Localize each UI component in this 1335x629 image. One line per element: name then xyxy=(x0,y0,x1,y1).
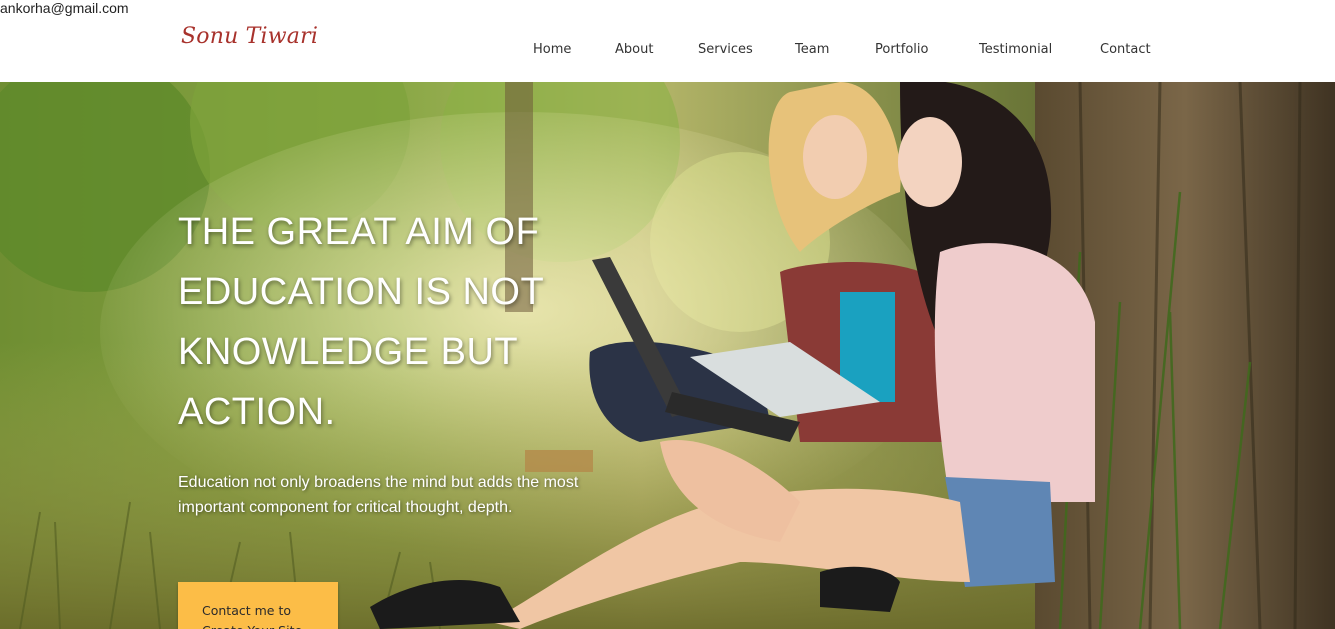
nav-portfolio[interactable]: Portfolio xyxy=(875,42,928,57)
hero-section: THE GREAT AIM OF EDUCATION IS NOT KNOWLE… xyxy=(0,82,1335,629)
nav-home[interactable]: Home xyxy=(533,42,571,57)
hero-headline: THE GREAT AIM OF EDUCATION IS NOT KNOWLE… xyxy=(178,211,544,433)
site-header: Sonu Tiwari Home About Services Team Por… xyxy=(0,0,1335,82)
contact-cta-button[interactable]: Contact me to Create Your Site xyxy=(178,582,338,629)
nav-testimonial[interactable]: Testimonial xyxy=(979,42,1052,57)
contact-email: ankorha@gmail.com xyxy=(0,0,129,16)
cta-line-1: Contact me to xyxy=(202,603,291,618)
nav-team[interactable]: Team xyxy=(795,42,829,57)
main-nav: Home About Services Team Portfolio Testi… xyxy=(0,42,1335,62)
hero-subtext: Education not only broadens the mind but… xyxy=(178,474,579,516)
nav-services[interactable]: Services xyxy=(698,42,753,57)
nav-contact[interactable]: Contact xyxy=(1100,42,1151,57)
nav-about[interactable]: About xyxy=(615,42,653,57)
cta-line-2: Create Your Site xyxy=(202,621,338,629)
